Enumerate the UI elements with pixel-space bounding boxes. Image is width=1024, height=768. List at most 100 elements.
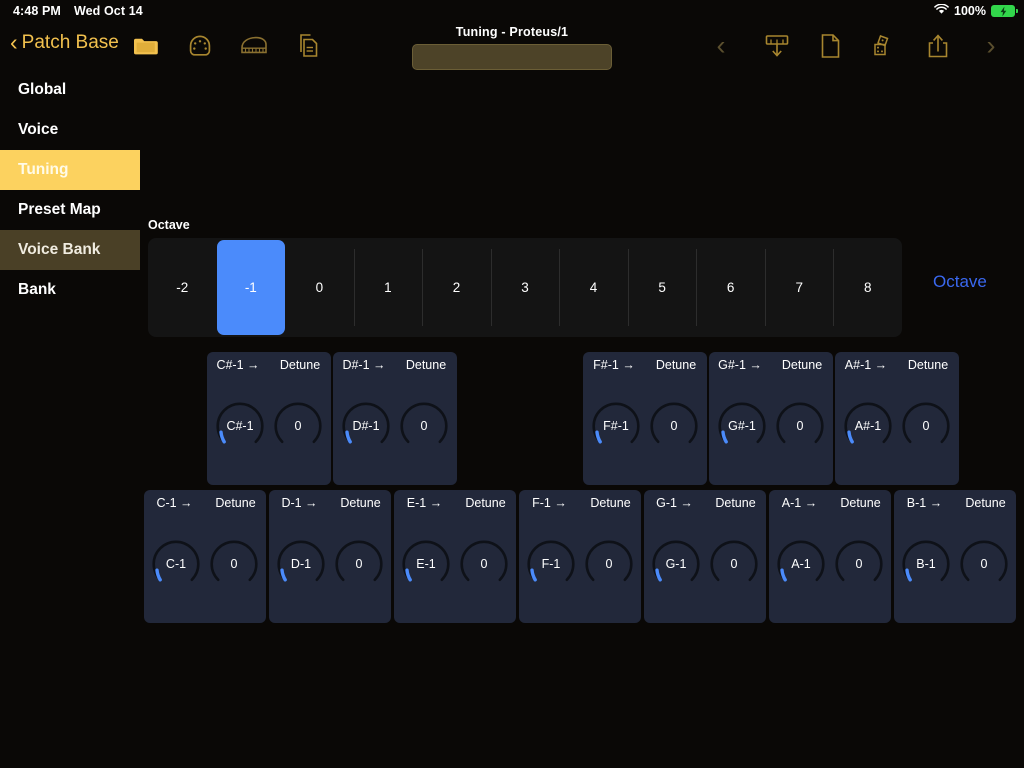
note-panel-headers: A#-1 → Detune <box>835 358 959 372</box>
octave-segment--1[interactable]: -1 <box>216 240 286 335</box>
note-panel-f[interactable]: F-1 → Detune F-1 0 <box>519 490 641 623</box>
note-header-label: G-1 → <box>656 496 693 510</box>
note-header-label: C-1 → <box>156 496 193 510</box>
note-panel-c[interactable]: C-1 → Detune C-1 0 <box>144 490 266 623</box>
folder-icon[interactable] <box>131 31 161 61</box>
note-knob-g[interactable]: G-1 <box>647 535 705 593</box>
note-knob-c[interactable]: C-1 <box>147 535 205 593</box>
note-panel-fsharp[interactable]: F#-1 → Detune F#-1 0 <box>583 352 707 485</box>
detune-header-label: Detune <box>590 496 631 510</box>
note-panel-headers: C-1 → Detune <box>144 496 266 510</box>
note-knob-f[interactable]: F-1 <box>522 535 580 593</box>
note-header-label: A-1 → <box>781 496 818 510</box>
detune-knob-dsharp[interactable]: 0 <box>395 397 453 455</box>
octave-segment-6[interactable]: 6 <box>696 238 765 337</box>
note-panel-headers: F-1 → Detune <box>519 496 641 510</box>
patch-title-block: Tuning - Proteus/1 <box>412 25 612 70</box>
note-knob-value: G-1 <box>665 557 687 571</box>
note-panel-dsharp[interactable]: D#-1 → Detune D#-1 0 <box>333 352 457 485</box>
detune-knob-f[interactable]: 0 <box>580 535 638 593</box>
detune-knob-gsharp[interactable]: 0 <box>771 397 829 455</box>
octave-segment-0[interactable]: 0 <box>285 238 354 337</box>
sidebar-item-label: Bank <box>18 281 56 298</box>
note-panel-csharp[interactable]: C#-1 → Detune C#-1 0 <box>207 352 331 485</box>
note-knob-b[interactable]: B-1 <box>897 535 955 593</box>
patch-name-input[interactable] <box>412 44 612 70</box>
octave-segment-2[interactable]: 2 <box>422 238 491 337</box>
note-panel-a[interactable]: A-1 → Detune A-1 0 <box>769 490 891 623</box>
note-header-label: D-1 → <box>281 496 318 510</box>
next-patch-arrow-icon[interactable]: › <box>978 32 1004 60</box>
back-button[interactable]: ‹ Patch Base <box>10 30 119 54</box>
note-header-label: E-1 → <box>406 496 443 510</box>
note-panel-d[interactable]: D-1 → Detune D-1 0 <box>269 490 391 623</box>
new-document-icon[interactable] <box>815 31 845 61</box>
note-header-label: B-1 → <box>906 496 943 510</box>
note-knob-value: C-1 <box>165 557 187 571</box>
octave-segment-1[interactable]: 1 <box>353 238 423 337</box>
sidebar-item-bank[interactable]: Bank <box>0 270 140 310</box>
note-knob-fsharp[interactable]: F#-1 <box>587 397 645 455</box>
detune-knob-g[interactable]: 0 <box>705 535 763 593</box>
note-header-label: G#-1 → <box>718 358 762 372</box>
share-export-icon[interactable] <box>923 31 953 61</box>
note-knob-asharp[interactable]: A#-1 <box>839 397 897 455</box>
octave-parameter-link[interactable]: Octave <box>933 272 987 292</box>
octave-segment-4[interactable]: 4 <box>559 238 628 337</box>
octave-segment-5[interactable]: 5 <box>627 238 697 337</box>
detune-header-label: Detune <box>465 496 506 510</box>
sidebar-item-preset-map[interactable]: Preset Map <box>0 190 140 230</box>
note-panel-knobs: C-1 0 <box>144 535 266 593</box>
octave-segment-3[interactable]: 3 <box>490 238 560 337</box>
detune-knob-value: 0 <box>355 557 363 571</box>
status-indicators: 100% <box>934 3 1018 18</box>
detune-knob-fsharp[interactable]: 0 <box>645 397 703 455</box>
note-panel-knobs: A-1 0 <box>769 535 891 593</box>
note-knob-d[interactable]: D-1 <box>272 535 330 593</box>
note-panel-g[interactable]: G-1 → Detune G-1 0 <box>644 490 766 623</box>
piano-icon[interactable] <box>239 31 269 61</box>
note-knob-dsharp[interactable]: D#-1 <box>337 397 395 455</box>
detune-header-label: Detune <box>907 358 949 372</box>
detune-knob-a[interactable]: 0 <box>830 535 888 593</box>
detune-knob-c[interactable]: 0 <box>205 535 263 593</box>
note-header-label: D#-1 → <box>342 358 386 372</box>
note-knob-csharp[interactable]: C#-1 <box>211 397 269 455</box>
note-panel-asharp[interactable]: A#-1 → Detune A#-1 0 <box>835 352 959 485</box>
prev-patch-arrow-icon[interactable]: ‹ <box>708 32 734 60</box>
note-panel-knobs: B-1 0 <box>894 535 1016 593</box>
detune-knob-value: 0 <box>730 557 738 571</box>
note-header-label: C#-1 → <box>216 358 260 372</box>
octave-segment--2[interactable]: -2 <box>148 238 217 337</box>
detune-knob-d[interactable]: 0 <box>330 535 388 593</box>
detune-knob-value: 0 <box>420 419 428 433</box>
octave-segmented-control[interactable]: -2 -1 0 1 2 3 4 5 6 7 8 <box>148 238 902 337</box>
sidebar-item-tuning[interactable]: Tuning <box>0 150 140 190</box>
octave-segment-8[interactable]: 8 <box>833 238 902 337</box>
note-panel-gsharp[interactable]: G#-1 → Detune G#-1 0 <box>709 352 833 485</box>
sidebar-item-label: Preset Map <box>18 201 101 218</box>
note-panel-e[interactable]: E-1 → Detune E-1 0 <box>394 490 516 623</box>
download-to-synth-icon[interactable] <box>762 31 792 61</box>
note-knob-value: B-1 <box>916 557 936 571</box>
randomize-dice-icon[interactable] <box>869 31 899 61</box>
note-knob-gsharp[interactable]: G#-1 <box>713 397 771 455</box>
wifi-icon <box>934 3 949 18</box>
sidebar-item-voice[interactable]: Voice <box>0 110 140 150</box>
midi-din-icon[interactable] <box>185 31 215 61</box>
octave-segment-7[interactable]: 7 <box>764 238 834 337</box>
note-panel-b[interactable]: B-1 → Detune B-1 0 <box>894 490 1016 623</box>
detune-knob-value: 0 <box>922 419 930 433</box>
note-knob-a[interactable]: A-1 <box>772 535 830 593</box>
sidebar-item-global[interactable]: Global <box>0 70 140 110</box>
octave-section-label: Octave <box>148 218 190 232</box>
detune-knob-e[interactable]: 0 <box>455 535 513 593</box>
detune-knob-asharp[interactable]: 0 <box>897 397 955 455</box>
detune-knob-b[interactable]: 0 <box>955 535 1013 593</box>
sidebar-item-voice-bank[interactable]: Voice Bank <box>0 230 140 270</box>
back-button-label: Patch Base <box>21 32 119 53</box>
copy-document-icon[interactable] <box>293 31 323 61</box>
note-knob-value: D#-1 <box>352 419 380 433</box>
detune-knob-csharp[interactable]: 0 <box>269 397 327 455</box>
note-knob-e[interactable]: E-1 <box>397 535 455 593</box>
